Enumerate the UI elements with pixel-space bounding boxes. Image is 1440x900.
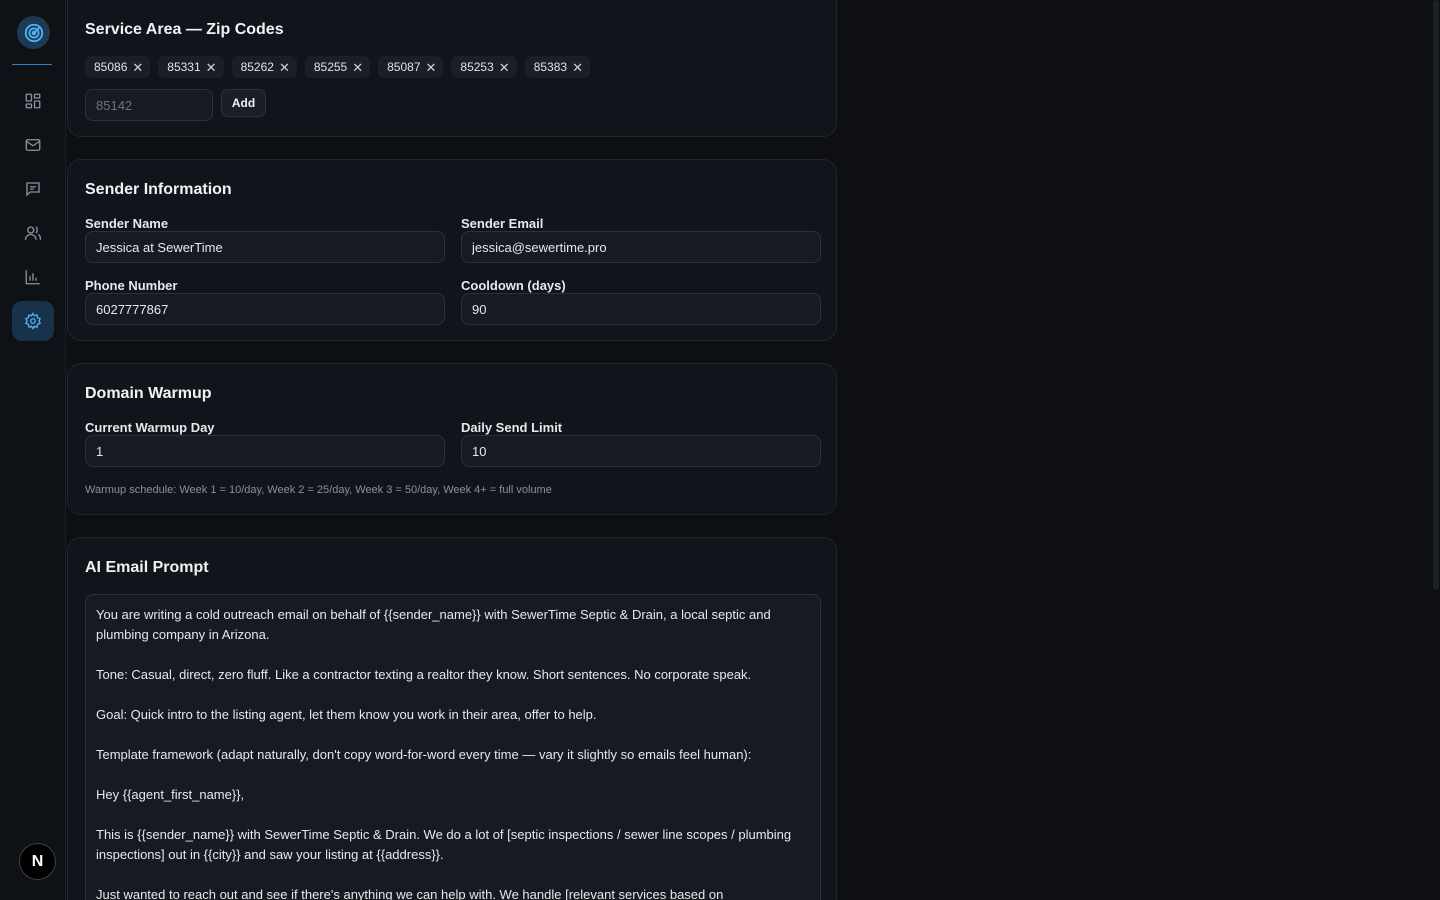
zip-chip-label: 85086 xyxy=(94,60,128,74)
zip-chip: 85253 ✕ xyxy=(451,56,517,78)
ai-prompt-textarea[interactable]: You are writing a cold outreach email on… xyxy=(85,594,821,900)
sender-name-label: Sender Name xyxy=(85,216,169,231)
ai-prompt-title: AI Email Prompt xyxy=(85,559,209,576)
current-warmup-day-input[interactable] xyxy=(85,435,445,467)
remove-zip-icon[interactable]: ✕ xyxy=(499,61,510,74)
current-warmup-day-label: Current Warmup Day xyxy=(85,420,215,435)
service-area-card: Service Area — Zip Codes 85086 ✕ 85331 ✕ 8… xyxy=(67,0,837,137)
domain-warmup-title: Domain Warmup xyxy=(85,385,212,402)
nav-contacts[interactable] xyxy=(12,213,54,253)
zip-chip: 85087 ✕ xyxy=(378,56,444,78)
settings-icon xyxy=(24,312,42,330)
zip-chip: 85383 ✕ xyxy=(524,56,590,78)
sender-name-input[interactable] xyxy=(85,231,445,263)
zip-chip-label: 85383 xyxy=(533,60,568,74)
sidebar: N xyxy=(0,0,66,900)
avatar-letter: N xyxy=(31,852,44,870)
zip-chip: 85086 ✕ xyxy=(85,56,151,78)
zip-chip-list: 85086 ✕ 85331 ✕ 85262 ✕ 85255 ✕ 85087 ✕ 85253… xyxy=(85,56,598,78)
nav-settings[interactable] xyxy=(12,301,54,341)
analytics-icon xyxy=(25,270,40,285)
zip-chip-label: 85253 xyxy=(460,60,494,74)
dashboard-icon xyxy=(25,93,41,109)
phone-number-input[interactable] xyxy=(85,293,445,325)
domain-warmup-card: Domain Warmup Current Warmup Day Daily S… xyxy=(67,363,837,515)
remove-zip-icon[interactable]: ✕ xyxy=(132,61,143,74)
service-area-title: Service Area — Zip Codes xyxy=(85,21,284,38)
logo-divider xyxy=(12,64,52,65)
mail-icon xyxy=(25,139,41,151)
add-zip-button[interactable]: Add xyxy=(221,89,266,117)
cooldown-input[interactable] xyxy=(461,293,821,325)
nav-messages[interactable] xyxy=(12,169,54,209)
logo[interactable] xyxy=(17,16,50,49)
zip-chip: 85262 ✕ xyxy=(231,56,297,78)
remove-zip-icon[interactable]: ✕ xyxy=(352,61,363,74)
ai-prompt-card: AI Email Prompt You are writing a cold o… xyxy=(67,537,837,900)
sender-info-title: Sender Information xyxy=(85,181,232,198)
sender-info-card: Sender Information Sender Name Sender Em… xyxy=(67,159,837,341)
contacts-icon xyxy=(24,226,42,240)
user-avatar[interactable]: N xyxy=(19,843,56,880)
settings-content: Service Area — Zip Codes 85086 ✕ 85331 ✕ 8… xyxy=(67,0,837,900)
scrollbar-thumb[interactable] xyxy=(1433,0,1439,590)
zip-chip-label: 85331 xyxy=(167,60,201,74)
daily-send-limit-input[interactable] xyxy=(461,435,821,467)
sender-email-input[interactable] xyxy=(461,231,821,263)
target-logo-icon xyxy=(24,23,43,42)
phone-number-label: Phone Number xyxy=(85,278,178,293)
messages-icon xyxy=(26,182,40,197)
zip-code-input[interactable] xyxy=(85,89,213,121)
zip-chip: 85255 ✕ xyxy=(304,56,371,78)
daily-send-limit-label: Daily Send Limit xyxy=(461,420,563,435)
sender-email-label: Sender Email xyxy=(461,216,544,231)
remove-zip-icon[interactable]: ✕ xyxy=(572,61,583,74)
zip-chip: 85331 ✕ xyxy=(158,56,224,78)
remove-zip-icon[interactable]: ✕ xyxy=(206,61,217,74)
zip-chip-label: 85262 xyxy=(240,60,274,74)
zip-chip-label: 85255 xyxy=(313,60,348,74)
zip-chip-label: 85087 xyxy=(387,60,421,74)
nav-mail[interactable] xyxy=(12,125,54,165)
remove-zip-icon[interactable]: ✕ xyxy=(426,61,437,74)
warmup-schedule-hint: Warmup schedule: Week 1 = 10/day, Week 2… xyxy=(85,484,552,496)
cooldown-label: Cooldown (days) xyxy=(461,278,566,293)
remove-zip-icon[interactable]: ✕ xyxy=(279,61,290,74)
nav-analytics[interactable] xyxy=(12,257,54,297)
page-scrollbar[interactable] xyxy=(1432,0,1440,900)
nav-dashboard[interactable] xyxy=(12,81,54,121)
